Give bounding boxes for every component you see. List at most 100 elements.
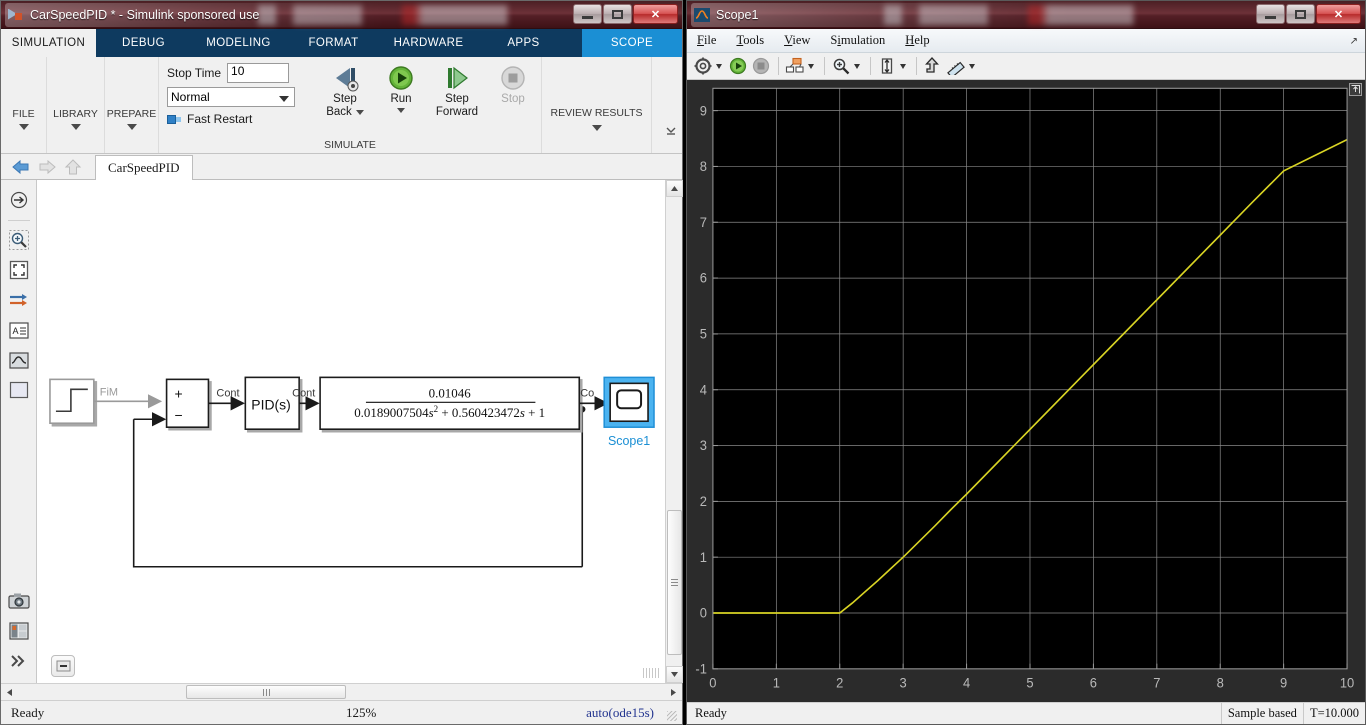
horizontal-scroll-thumb[interactable] [186,685,346,699]
tab-scope[interactable]: SCOPE [582,29,682,57]
step-back-button[interactable]: Step Back [317,63,373,119]
ribbon-group-prepare[interactable]: PREPARE [105,57,159,153]
step-forward-button[interactable]: Step Forward [429,63,485,119]
camera-icon[interactable] [7,589,31,613]
scroll-right-button[interactable] [665,685,682,700]
x-tick-label: 10 [1340,675,1354,690]
run-icon[interactable] [727,55,749,77]
tab-simulation[interactable]: SIMULATION [1,29,96,57]
maximize-icon[interactable] [1286,4,1315,24]
scope-sample-mode: Sample based [1220,703,1303,724]
run-button[interactable]: Run [373,63,429,113]
configuration-properties-icon[interactable] [692,55,714,77]
titlebar-blurred-region [251,5,551,25]
pid-controller-block[interactable]: PID(s) [244,376,300,431]
chevron-down-icon[interactable] [70,124,81,130]
tf-numerator: 0.01046 [429,385,472,400]
scope-plot[interactable]: 0 1 2 3 4 5 6 7 8 9 10-10123456789 [687,80,1365,702]
step-block[interactable] [49,378,95,425]
highlight-signal-icon[interactable] [922,55,944,77]
chevron-down-icon[interactable] [126,124,137,130]
y-tick-label: 3 [700,438,707,453]
fit-to-view-icon[interactable] [7,258,31,282]
layout-icon[interactable] [7,619,31,643]
simulink-zoom-level[interactable]: 125% [346,705,376,721]
canvas-horizontal-scrollbar[interactable] [1,683,682,700]
rectangle-icon[interactable] [7,378,31,402]
model-diagram[interactable]: FiM + − Cont PID(s) Cont 0.01046 0.01890… [37,180,665,678]
layout-icon[interactable] [784,55,806,77]
open-subsystem-icon[interactable] [7,188,31,212]
tab-apps[interactable]: APPS [476,29,571,57]
tab-hardware[interactable]: HARDWARE [381,29,476,57]
simulink-titlebar[interactable]: CarSpeedPID * - Simulink sponsored use ✕ [1,1,682,29]
tab-format[interactable]: FORMAT [286,29,381,57]
scope-plot-area[interactable]: 0 1 2 3 4 5 6 7 8 9 10 -1 0 1 2 3 4 5 6 7 8 9 [687,80,1365,702]
chevron-down-icon[interactable] [716,63,722,69]
zoom-in-icon[interactable] [7,228,31,252]
chevron-down-icon[interactable] [18,124,29,130]
collapse-ribbon-icon[interactable] [664,125,678,137]
pid-out-signal-label: Cont [292,387,315,399]
measurements-icon[interactable] [945,55,967,77]
minimize-icon[interactable] [1256,4,1285,24]
chevron-down-icon[interactable] [397,108,405,113]
fast-restart-toggle[interactable]: Fast Restart [167,112,317,126]
viewer-icon[interactable] [7,348,31,372]
back-button[interactable] [9,157,33,177]
ribbon-group-library-label: LIBRARY [53,108,98,120]
zoom-in-icon[interactable] [830,55,852,77]
zoom-out-button[interactable] [51,655,75,677]
ribbon-group-file[interactable]: FILE [1,57,47,153]
simulation-mode-select[interactable]: Normal [167,87,295,107]
signal-lines-icon[interactable] [7,288,31,312]
scope-titlebar[interactable]: Scope1 ✕ [687,1,1365,29]
vertical-scroll-thumb[interactable] [667,510,682,655]
menu-simulation[interactable]: Simulation [820,33,895,48]
scope-status-bar: Ready Sample based T=10.000 [687,702,1365,724]
annotation-icon[interactable]: A [7,318,31,342]
tab-debug[interactable]: DEBUG [96,29,191,57]
undock-icon[interactable]: ↗ [1350,36,1358,47]
scroll-down-button[interactable] [666,666,683,683]
tab-modeling[interactable]: MODELING [191,29,286,57]
x-tick-label: 4 [963,675,970,690]
minimize-icon[interactable] [573,4,602,24]
ribbon-group-review-results[interactable]: REVIEW RESULTS [542,57,652,153]
more-icon[interactable] [7,649,31,673]
menu-file[interactable]: File [687,33,726,48]
scope1-block[interactable]: Scope1 [603,376,655,448]
menu-view[interactable]: View [774,33,820,48]
stop-time-input[interactable]: 10 [227,63,290,83]
pid-label: PID(s) [251,396,290,412]
chevron-down-icon[interactable] [854,63,860,69]
scale-axes-icon[interactable] [876,55,898,77]
sum-block[interactable]: + − [165,378,210,429]
transfer-function-block[interactable]: 0.01046 0.0189007504s2 + 0.560423472s + … [319,376,581,431]
ribbon-group-file-label: FILE [12,108,35,120]
scope-window: Scope1 ✕ File Tools View Simulation Help… [686,0,1366,725]
chevron-down-icon[interactable] [900,63,906,69]
scroll-up-button[interactable] [666,180,683,197]
maximize-icon[interactable] [603,4,632,24]
menu-help[interactable]: Help [895,33,939,48]
canvas-vertical-scrollbar[interactable] [665,180,683,683]
stop-label: Stop [501,93,525,105]
scroll-left-button[interactable] [1,685,18,700]
ribbon-group-library[interactable]: LIBRARY [47,57,105,153]
model-canvas-wrapper[interactable]: FiM + − Cont PID(s) Cont 0.01046 0.01890… [37,180,665,683]
sum-out-signal-label: Cont [216,387,239,399]
close-icon[interactable]: ✕ [1316,4,1361,24]
close-icon[interactable]: ✕ [633,4,678,24]
simulink-solver-label[interactable]: auto(ode15s) [586,705,654,721]
chevron-down-icon[interactable] [355,110,364,115]
maximize-plot-icon[interactable] [1349,83,1362,96]
chevron-down-icon[interactable] [591,125,602,131]
step-forward-label-1: Step [445,93,469,105]
chevron-down-icon[interactable] [969,63,975,69]
breadcrumb-tab-carspeedpid[interactable]: CarSpeedPID [95,155,193,180]
chevron-down-icon[interactable] [808,63,814,69]
menu-tools[interactable]: Tools [726,33,774,48]
titlebar-blurred-region [877,5,1237,25]
y-tick-label: 4 [700,382,707,397]
